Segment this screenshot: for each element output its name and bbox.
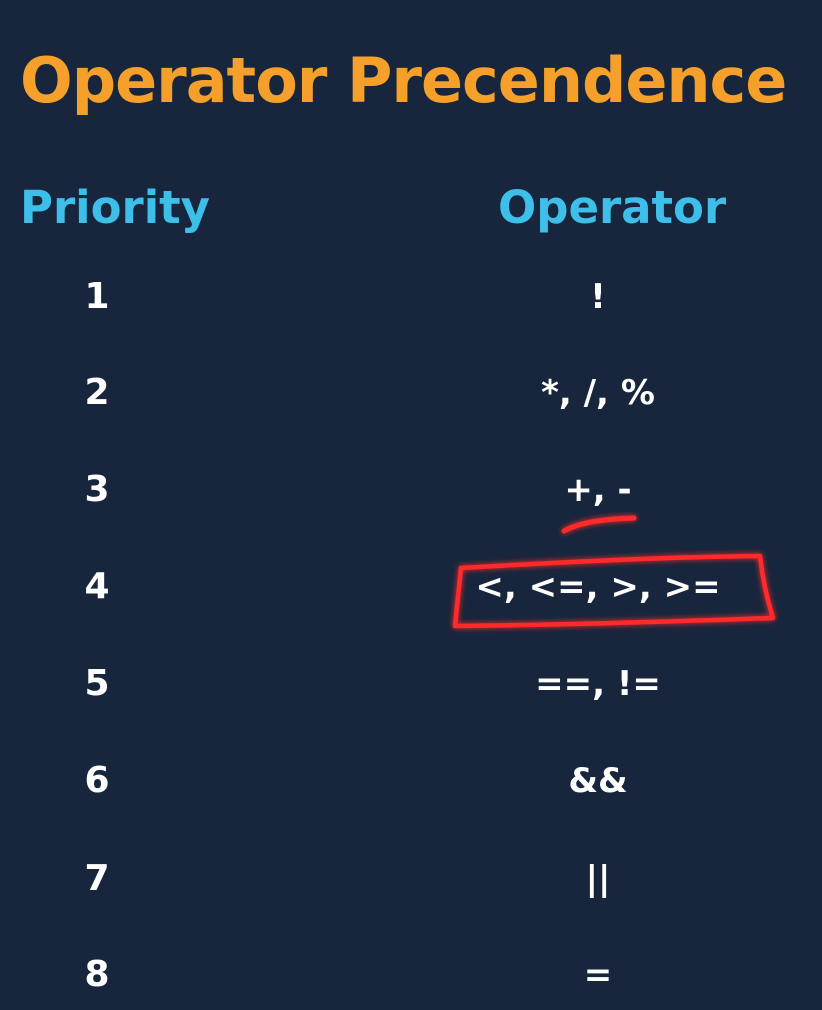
operator-value: ==, != xyxy=(535,664,661,704)
operator-value: <, <=, >, >= xyxy=(475,567,721,607)
priority-value: 3 xyxy=(84,469,110,510)
table-row: 6 && xyxy=(0,751,822,811)
priority-value: 5 xyxy=(84,663,110,704)
priority-value: 2 xyxy=(84,372,110,413)
operator-value: ! xyxy=(590,277,606,317)
priority-value: 1 xyxy=(84,276,110,317)
table-row: 7 || xyxy=(0,849,822,909)
precedence-table: 1 ! 2 *, /, % 3 +, - 4 <, <=, >, >= 5 ==… xyxy=(0,0,822,1010)
priority-value: 4 xyxy=(84,566,110,607)
priority-value: 8 xyxy=(84,954,110,995)
table-row: 5 ==, != xyxy=(0,654,822,714)
table-row: 8 = xyxy=(0,945,822,1005)
priority-value: 7 xyxy=(84,858,110,899)
table-row: 3 +, - xyxy=(0,460,822,520)
operator-value: || xyxy=(585,859,611,899)
operator-value: +, - xyxy=(564,470,632,510)
table-row: 4 <, <=, >, >= xyxy=(0,557,822,617)
table-row: 2 *, /, % xyxy=(0,363,822,423)
operator-value: *, /, % xyxy=(541,373,655,413)
priority-value: 6 xyxy=(84,760,110,801)
table-row: 1 ! xyxy=(0,267,822,327)
operator-value: && xyxy=(568,761,628,801)
operator-value: = xyxy=(583,955,613,995)
